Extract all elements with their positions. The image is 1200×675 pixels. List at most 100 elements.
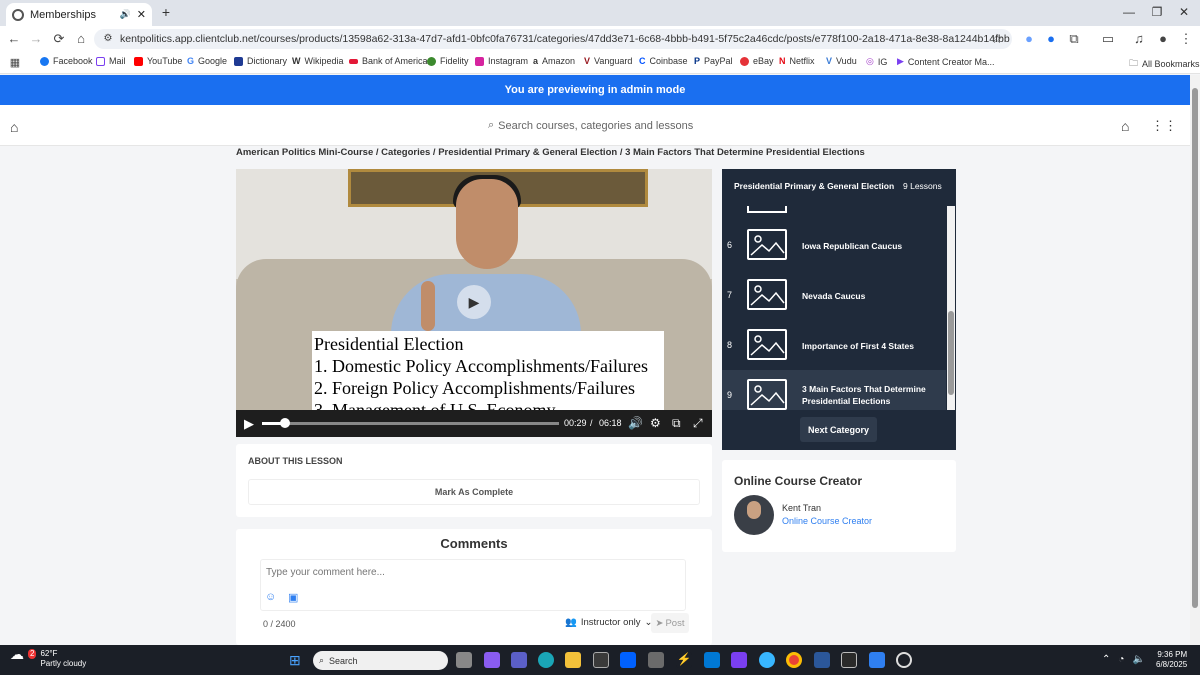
lesson-scrollbar-thumb[interactable] [948, 311, 954, 395]
puzzle-icon[interactable]: ⧉ [1066, 31, 1082, 47]
task-view-icon[interactable] [456, 652, 472, 668]
page-scrollbar-thumb[interactable] [1192, 88, 1198, 608]
home-icon[interactable]: ⌂ [10, 119, 18, 135]
taskbar-search[interactable]: ⌕ Search [313, 651, 448, 670]
bookmark-dictionary[interactable]: Dictionary [234, 56, 287, 66]
play-overlay-button[interactable]: ▶ [457, 285, 491, 319]
bookmark-netflix[interactable]: N Netflix [779, 56, 815, 66]
folder-icon: 🗀 [1129, 58, 1139, 68]
bookmark-bank-of-america[interactable]: Bank of America [349, 56, 428, 66]
bookmark-star-icon[interactable]: ☆ [989, 31, 1005, 47]
next-category-button[interactable]: Next Category [800, 417, 877, 442]
bookmark-wikipedia[interactable]: W Wikipedia [292, 56, 344, 66]
lesson-item[interactable]: 8 Importance of First 4 States [722, 320, 946, 370]
file-explorer-icon[interactable] [565, 652, 581, 668]
netflix-icon: N [779, 56, 786, 66]
breadcrumb[interactable]: American Politics Mini-Course / Categori… [236, 147, 865, 158]
site-info-icon[interactable]: ⚙ [100, 31, 116, 47]
extension-icon[interactable]: ● [1043, 31, 1059, 47]
app-icon[interactable] [731, 652, 747, 668]
browser-tab[interactable]: Memberships 🔊 ✕ [6, 3, 152, 26]
lesson-item-active[interactable]: 9 3 Main Factors That Determine Presiden… [722, 370, 946, 410]
app-icon[interactable] [759, 652, 775, 668]
post-button[interactable]: ➤ Post [651, 613, 689, 633]
home-icon[interactable]: ⌂ [1121, 118, 1129, 134]
video-player[interactable]: ▶ Presidential Election 1. Domestic Poli… [236, 169, 712, 437]
close-window-button[interactable]: ✕ [1176, 4, 1192, 20]
forward-icon[interactable]: → [28, 31, 44, 47]
chevron-up-icon[interactable]: ⌃ [1102, 654, 1110, 665]
emoji-icon[interactable]: ☺ [265, 591, 276, 603]
windows-start-icon[interactable]: ⊞ [289, 652, 301, 669]
bookmark-youtube[interactable]: YouTube [134, 56, 182, 66]
bookmark-coinbase[interactable]: C Coinbase [639, 56, 688, 66]
ig-icon: ◎ [866, 56, 874, 66]
seek-bar[interactable] [262, 422, 559, 425]
bookmark-ebay[interactable]: eBay [740, 56, 774, 66]
media-icon[interactable]: ♫ [1131, 31, 1147, 47]
outlook-icon[interactable] [704, 652, 720, 668]
system-tray[interactable]: ⌃ ◔ 🔈 [1102, 654, 1145, 665]
lesson-item[interactable]: 6 Iowa Republican Caucus [722, 220, 946, 270]
mark-complete-button[interactable]: Mark As Complete [248, 479, 700, 505]
app-icon[interactable] [841, 652, 857, 668]
store-icon[interactable] [593, 652, 609, 668]
clock[interactable]: 9:36 PM 6/8/2025 [1156, 650, 1187, 670]
url-text[interactable]: kentpolitics.app.clientclub.net/courses/… [120, 33, 1010, 45]
course-search[interactable]: ⌕ Search courses, categories and lessons [488, 119, 693, 132]
speaker-icon[interactable]: 🔊 [120, 9, 131, 20]
weather-widget[interactable]: ☁ 2 62°F Partly cloudy [10, 647, 86, 669]
bolt-icon[interactable]: ⚡ [676, 652, 692, 668]
word-icon[interactable] [814, 652, 830, 668]
bookmark-instagram[interactable]: Instagram [475, 56, 528, 66]
menu-icon[interactable]: ⋮ [1178, 31, 1194, 47]
search-input[interactable]: Search courses, categories and lessons [498, 120, 693, 132]
edge-icon[interactable] [538, 652, 554, 668]
popout-icon[interactable]: ⧉ [672, 416, 681, 431]
teams-icon[interactable] [511, 652, 527, 668]
minimize-button[interactable]: — [1121, 4, 1137, 20]
chrome-icon[interactable] [786, 652, 802, 668]
all-bookmarks[interactable]: 🗀 All Bookmarks [1129, 56, 1200, 72]
bookmark-fidelity[interactable]: Fidelity [427, 56, 469, 66]
bookmark-mail[interactable]: Mail [96, 56, 126, 66]
copilot-icon[interactable] [484, 652, 500, 668]
wifi-icon[interactable]: ◔ [1118, 654, 1124, 665]
settings-gear-icon[interactable]: ⚙ [650, 416, 661, 430]
volume-icon[interactable]: 🔊 [628, 416, 643, 430]
seek-handle[interactable] [279, 418, 290, 428]
home-icon[interactable]: ⌂ [73, 31, 89, 47]
comment-input[interactable] [266, 567, 566, 578]
app-icon[interactable] [869, 652, 885, 668]
profile-avatar-icon[interactable]: ● [1155, 31, 1171, 47]
calculator-icon[interactable] [648, 652, 664, 668]
close-tab-icon[interactable]: ✕ [137, 8, 146, 21]
bookmark-facebook[interactable]: Facebook [40, 56, 93, 66]
bookmark-amazon[interactable]: a Amazon [533, 56, 575, 66]
dropbox-icon[interactable] [620, 652, 636, 668]
media-player-icon[interactable] [896, 652, 912, 668]
bookmark-ig[interactable]: ◎ IG [866, 56, 887, 67]
apps-grid-icon[interactable]: ⋮⋮ [1151, 118, 1177, 134]
back-icon[interactable]: ← [6, 31, 22, 47]
image-placeholder-icon [747, 229, 787, 260]
reload-icon[interactable]: ⟳ [51, 31, 67, 47]
bookmark-content-creator[interactable]: ▶ Content Creator Ma... [897, 56, 994, 67]
sidebar-icon[interactable]: ▭ [1100, 31, 1116, 47]
bookmark-paypal[interactable]: P PayPal [694, 56, 733, 66]
visibility-select[interactable]: 👥 Instructor only ⌄ [565, 617, 652, 628]
bookmark-google[interactable]: G Google [187, 56, 227, 66]
maximize-button[interactable]: ❐ [1149, 4, 1165, 20]
apps-grid-icon[interactable]: ▦ [7, 55, 23, 71]
fullscreen-icon[interactable]: ⤢ [693, 416, 703, 431]
new-tab-button[interactable]: + [158, 4, 174, 20]
creator-role[interactable]: Online Course Creator [782, 516, 872, 526]
image-upload-icon[interactable]: ▣ [288, 591, 298, 604]
bookmark-vudu[interactable]: V Vudu [826, 56, 857, 66]
notification-badge: 2 [28, 649, 37, 659]
lesson-item[interactable]: 7 Nevada Caucus [722, 270, 946, 320]
bookmark-vanguard[interactable]: V Vanguard [584, 56, 632, 66]
extension-icon[interactable]: ● [1021, 31, 1037, 47]
play-icon[interactable]: ▶ [244, 416, 254, 432]
volume-icon[interactable]: 🔈 [1132, 654, 1144, 665]
